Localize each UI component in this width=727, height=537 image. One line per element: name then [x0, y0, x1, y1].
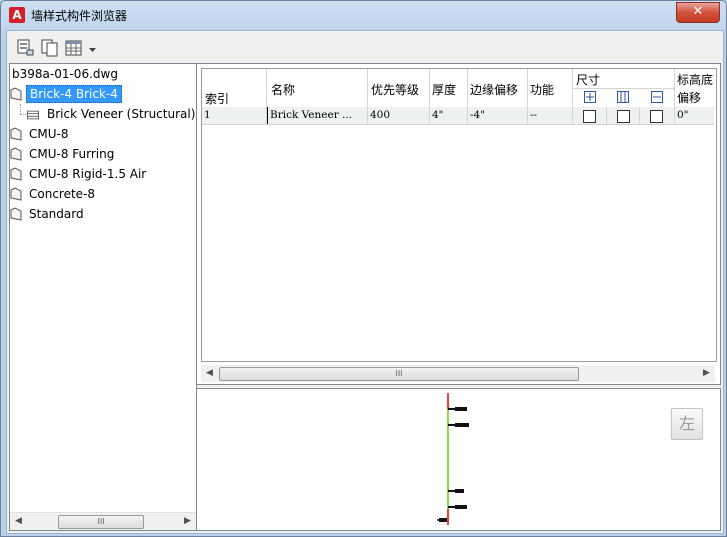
- copy-icon[interactable]: [40, 38, 60, 58]
- tree-item-label: Concrete-8: [29, 187, 96, 201]
- col-header-function[interactable]: 功能: [528, 69, 573, 108]
- tree-root[interactable]: b398a-01-06.dwg: [12, 64, 118, 84]
- col-header-thickness[interactable]: 厚度: [430, 69, 468, 108]
- dim-interior-checkbox[interactable]: [650, 110, 663, 123]
- tree-horizontal-scrollbar[interactable]: ◀ III ▶: [10, 512, 196, 530]
- scroll-left-icon[interactable]: ◀: [10, 513, 27, 530]
- tree-item-label: Brick Veneer (Structural): [47, 107, 196, 121]
- grid-horizontal-scrollbar[interactable]: ◀ III ▶: [201, 365, 715, 382]
- scroll-right-icon[interactable]: ▶: [698, 365, 715, 382]
- dim-interior-icon: [651, 91, 663, 103]
- toolbar: [7, 31, 723, 61]
- col-header-name[interactable]: 名称: [267, 69, 368, 108]
- wall-style-icon: [10, 187, 22, 201]
- scroll-right-icon[interactable]: ▶: [179, 513, 196, 530]
- col-header-edge-offset[interactable]: 边缘偏移: [468, 69, 528, 108]
- components-table[interactable]: 索引 名称 优先等级 厚度 边缘偏移 功能 尺寸 标高底 偏移 1 Brick …: [201, 68, 717, 362]
- wall-style-icon: [10, 207, 22, 221]
- client-area: b398a-01-06.dwg Brick-4 Brick-4 Brick Ve…: [6, 30, 724, 534]
- close-button[interactable]: ✕: [676, 2, 720, 23]
- tree-item-label: CMU-8 Rigid-1.5 Air: [29, 167, 147, 181]
- col-header-priority[interactable]: 优先等级: [368, 69, 430, 108]
- tree-item-label: CMU-8: [29, 127, 69, 141]
- wall-section-drawing: [437, 393, 469, 525]
- cell-dim-1: [573, 107, 607, 124]
- dim-exterior-icon: [584, 91, 596, 103]
- cell-edge-offset[interactable]: -4": [468, 107, 528, 124]
- cell-index[interactable]: 1: [202, 107, 267, 124]
- dim-center-checkbox[interactable]: [617, 110, 630, 123]
- tree-connector: [20, 104, 22, 114]
- cell-name[interactable]: Brick Veneer ...: [267, 107, 368, 124]
- tree-root-label: b398a-01-06.dwg: [12, 67, 118, 81]
- style-tree[interactable]: b398a-01-06.dwg Brick-4 Brick-4 Brick Ve…: [9, 63, 197, 531]
- cell-dim-2: [607, 107, 640, 124]
- col-header-base-offset[interactable]: 标高底 偏移: [675, 69, 715, 108]
- scroll-thumb[interactable]: III: [219, 367, 579, 381]
- table-view-icon[interactable]: [64, 38, 84, 58]
- wall-style-icon: [10, 87, 22, 101]
- wall-style-icon: [10, 127, 22, 141]
- col-header-index[interactable]: 索引: [202, 69, 267, 108]
- title-bar[interactable]: A 墙样式构件浏览器 ✕: [1, 1, 726, 29]
- components-grid-panel: 索引 名称 优先等级 厚度 边缘偏移 功能 尺寸 标高底 偏移 1 Brick …: [196, 63, 721, 385]
- wall-preview[interactable]: 左: [196, 388, 721, 531]
- table-row[interactable]: 1 Brick Veneer ... 400 4" -4" -- 0": [202, 107, 714, 125]
- tree-item-label: Standard: [29, 207, 84, 221]
- app-window: A 墙样式构件浏览器 ✕ b398a-01-06.dwg Brick-4 Bri…: [0, 0, 727, 537]
- dim-center-icon: [617, 91, 629, 103]
- scroll-left-icon[interactable]: ◀: [201, 365, 218, 382]
- col-header-dimension[interactable]: 尺寸: [573, 69, 675, 108]
- autocad-logo-icon: A: [9, 7, 25, 23]
- cell-thickness[interactable]: 4": [430, 107, 468, 124]
- chevron-down-icon[interactable]: [88, 43, 97, 52]
- wall-component-icon: [27, 110, 39, 120]
- cell-priority[interactable]: 400: [368, 107, 430, 124]
- tree-item-label: CMU-8 Furring: [29, 147, 115, 161]
- cell-function[interactable]: --: [528, 107, 573, 124]
- cell-base-offset[interactable]: 0": [675, 107, 714, 124]
- dim-exterior-checkbox[interactable]: [583, 110, 596, 123]
- tree-item-label: Brick-4 Brick-4: [26, 85, 122, 103]
- import-wall-style-icon[interactable]: [16, 38, 36, 58]
- view-orientation-button[interactable]: 左: [671, 408, 703, 440]
- wall-style-icon: [10, 167, 22, 181]
- cell-dim-3: [640, 107, 675, 124]
- wall-style-icon: [10, 147, 22, 161]
- scroll-thumb[interactable]: III: [58, 515, 144, 529]
- window-title: 墙样式构件浏览器: [31, 9, 128, 23]
